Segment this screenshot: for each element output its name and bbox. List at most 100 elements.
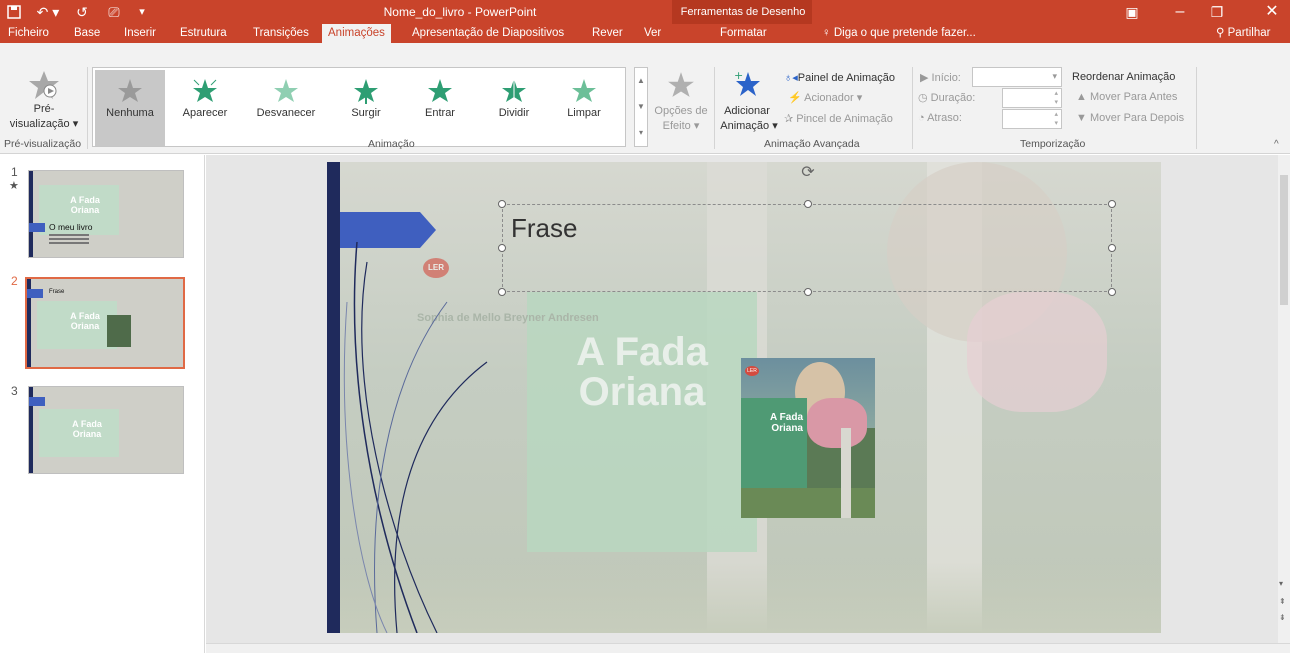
delay-spinner[interactable]: ▴ ▾ — [1002, 109, 1062, 129]
scroll-down-icon[interactable]: ▾ — [1279, 579, 1283, 588]
minimize-icon[interactable]: – — [1168, 0, 1192, 24]
resize-handle[interactable] — [804, 288, 812, 296]
tab-transicoes[interactable]: Transições — [249, 24, 313, 43]
collapse-ribbon-icon[interactable]: ^ — [1274, 139, 1279, 150]
title-placeholder[interactable]: Frase — [502, 204, 1112, 292]
tab-ficheiro[interactable]: Ficheiro — [4, 24, 53, 43]
start-presentation-icon[interactable]: ⎚ — [104, 0, 124, 24]
group-separator — [1196, 67, 1197, 149]
thumb-ribbon-shape — [27, 289, 43, 298]
tab-estrutura[interactable]: Estrutura — [176, 24, 231, 43]
move-later-button[interactable]: ▼ Mover Para Depois — [1076, 112, 1184, 124]
tab-inserir[interactable]: Inserir — [120, 24, 160, 43]
ribbon-display-icon[interactable]: ▣ — [1120, 0, 1144, 24]
effect-nenhuma[interactable]: Nenhuma — [95, 70, 165, 146]
resize-handle[interactable] — [498, 200, 506, 208]
preview-button[interactable]: Pré- visualização ▾ — [4, 67, 84, 133]
gallery-scroll[interactable]: ▲ ▼ ▾ — [634, 67, 648, 147]
svg-text:+: + — [734, 69, 743, 82]
animation-pane-button[interactable]: ♁◂Painel de Animação — [784, 71, 895, 84]
undo-icon[interactable]: ↶ ▾ — [34, 0, 62, 24]
effect-aparecer[interactable]: Aparecer — [169, 70, 241, 146]
animation-gallery: Nenhuma Aparecer Desvanecer Surgir Entra… — [92, 67, 626, 147]
effect-dividir[interactable]: Dividir — [479, 70, 549, 146]
notes-divider — [206, 643, 1290, 653]
previous-slide-icon[interactable]: ⇞ — [1279, 597, 1286, 606]
resize-handle[interactable] — [1108, 244, 1116, 252]
resize-handle[interactable] — [498, 288, 506, 296]
thumb-band — [29, 171, 33, 257]
effect-label: Entrar — [425, 107, 455, 119]
reorder-label: Reordenar Animação — [1072, 71, 1176, 83]
trigger-button[interactable]: ⚡ Acionador ▾ — [788, 91, 862, 104]
effect-label: Desvanecer — [256, 107, 316, 119]
fly-star-icon — [354, 79, 378, 104]
thumb-ribbon-shape — [29, 397, 45, 406]
move-later-label: Mover Para Depois — [1089, 112, 1185, 124]
cover-title-line2: Oriana — [771, 423, 803, 434]
thumb-title: A Fada Oriana — [70, 195, 100, 215]
lightbulb-icon: ♀ — [822, 27, 834, 39]
rotate-handle-icon[interactable]: ⟳ — [799, 164, 817, 182]
customize-qat-icon[interactable]: ▾ — [134, 0, 150, 24]
close-icon[interactable]: ✕ — [1260, 0, 1284, 24]
thumbnail-slide-1[interactable]: A Fada Oriana O meu livro — [28, 170, 184, 258]
tab-animacoes[interactable]: Animações — [322, 24, 391, 43]
duration-spinner[interactable]: ▴ ▾ — [1002, 88, 1062, 108]
redo-icon[interactable]: ↺ — [70, 0, 94, 24]
next-slide-icon[interactable]: ⇟ — [1279, 613, 1286, 622]
book-cover-image[interactable]: A Fada Oriana LER — [741, 358, 875, 518]
resize-handle[interactable] — [1108, 288, 1116, 296]
resize-handle[interactable] — [1108, 200, 1116, 208]
delay-label-wrap: ◔ Atraso: — [918, 112, 962, 124]
effect-limpar[interactable]: Limpar — [553, 70, 615, 146]
effect-options-button[interactable]: Opções de Efeito ▾ — [650, 67, 712, 137]
thumb-number: 2 — [11, 274, 18, 288]
thumbnail-slide-3[interactable]: A Fada Oriana — [28, 386, 184, 474]
save-icon[interactable] — [4, 0, 24, 24]
share-button[interactable]: ⚲ Partilhar — [1212, 24, 1274, 43]
resize-handle[interactable] — [804, 200, 812, 208]
group-label-advanced: Animação Avançada — [764, 138, 860, 150]
bg-title-line2: Oriana — [578, 370, 706, 414]
group-label-timing: Temporização — [1020, 138, 1086, 150]
trigger-icon: ⚡ — [788, 92, 805, 104]
tab-ver[interactable]: Ver — [640, 24, 665, 43]
wipe-star-icon — [572, 79, 596, 102]
duration-label-wrap: ◷ Duração: — [918, 91, 975, 104]
resize-handle[interactable] — [498, 244, 506, 252]
effect-label: Surgir — [351, 107, 381, 119]
tab-formatar[interactable]: Formatar — [716, 24, 771, 43]
tab-apresentacao[interactable]: Apresentação de Diapositivos — [408, 24, 568, 43]
tell-me-box[interactable]: ♀ Diga o que pretende fazer... — [818, 24, 980, 43]
effect-surgir[interactable]: Surgir — [331, 70, 401, 146]
slide-canvas[interactable]: Sophia de Mello Breyner Andresen A Fada … — [327, 162, 1161, 633]
tell-me-text: Diga o que pretende fazer... — [833, 27, 976, 39]
up-triangle-icon: ▲ — [1076, 91, 1090, 103]
enter-star-icon — [428, 79, 452, 102]
effect-entrar[interactable]: Entrar — [405, 70, 475, 146]
group-separator — [87, 67, 88, 149]
effect-desvanecer[interactable]: Desvanecer — [245, 70, 327, 146]
down-triangle-icon: ▼ — [1076, 112, 1090, 124]
animation-painter-button[interactable]: ✰ Pincel de Animação — [784, 112, 893, 125]
add-animation-button[interactable]: + Adicionar Animação ▾ — [718, 67, 778, 139]
trigger-label: Acionador — [804, 92, 854, 104]
add-animation-label-1: Adicionar — [724, 105, 770, 117]
burst-star-icon — [193, 79, 217, 102]
start-icon: ▶ — [920, 72, 932, 84]
placeholder-text[interactable]: Frase — [511, 213, 577, 244]
move-earlier-label: Mover Para Antes — [1089, 91, 1178, 103]
group-separator — [714, 67, 715, 149]
effect-options-label-2: Efeito — [662, 120, 691, 132]
scroll-thumb[interactable] — [1280, 175, 1288, 305]
tab-base[interactable]: Base — [70, 24, 104, 43]
vertical-scrollbar[interactable]: ▾ ⇞ ⇟ — [1278, 155, 1290, 643]
move-earlier-button[interactable]: ▲ Mover Para Antes — [1076, 91, 1177, 103]
group-label-animation: Animação — [368, 138, 415, 150]
restore-icon[interactable]: ❐ — [1205, 0, 1229, 24]
thumb-book-image — [107, 315, 131, 347]
thumbnail-slide-2[interactable]: A Fada Oriana Frase — [25, 277, 185, 369]
tab-rever[interactable]: Rever — [588, 24, 627, 43]
start-select[interactable]: ▾ — [972, 67, 1062, 87]
